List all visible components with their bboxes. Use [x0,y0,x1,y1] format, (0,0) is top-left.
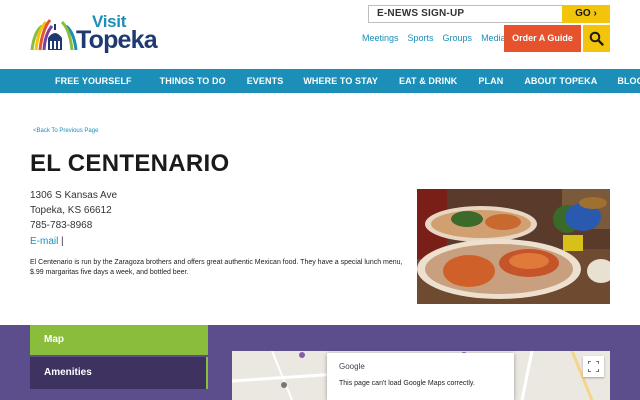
visit-topeka-logo[interactable]: Visit Topeka [30,12,170,54]
capitol-logo-icon [30,19,78,51]
link-groups[interactable]: Groups [443,33,473,43]
google-label: Google [339,362,365,371]
fullscreen-button[interactable] [583,356,604,377]
utility-links: Meetings Sports Groups Media [362,33,506,43]
nav-about-topeka[interactable]: ABOUT TOPEKA [524,76,597,86]
separator: | [61,236,64,247]
nav-eat-drink[interactable]: EAT & DRINK [399,76,457,86]
tab-map[interactable]: Map [30,325,208,355]
link-meetings[interactable]: Meetings [362,33,399,43]
enews-signup: E-NEWS SIGN-UP GO › [368,5,610,23]
description: El Centenario is run by the Zaragoza bro… [30,259,403,276]
tab-amenities[interactable]: Amenities [30,357,208,389]
logo-topeka-text: Topeka [76,26,158,54]
nav-where-to-stay[interactable]: WHERE TO STAY [303,76,378,86]
restaurant-food-photo [417,189,610,304]
search-button[interactable] [583,25,610,52]
back-to-previous-link[interactable]: <Back To Previous Page [33,128,98,134]
link-sports[interactable]: Sports [408,33,434,43]
fullscreen-icon [588,361,599,372]
address-street: 1306 S Kansas Ave [30,190,118,201]
map-error-message: This page can't load Google Maps correct… [339,380,475,387]
order-guide-button[interactable]: Order A Guide [504,25,581,52]
nav-things-to-do[interactable]: THINGS TO DO [160,76,226,86]
enews-signup-input[interactable]: E-NEWS SIGN-UP [368,5,562,23]
address-city: Topeka, KS 66612 [30,205,112,216]
link-media[interactable]: Media [481,33,506,43]
main-nav: FREE YOURSELF THINGS TO DO EVENTS WHERE … [0,69,640,93]
email-link[interactable]: E-mail [30,236,58,247]
nav-plan[interactable]: PLAN [478,76,503,86]
map-error-dialog [327,353,514,400]
nav-events[interactable]: EVENTS [247,76,284,86]
page: Visit Topeka E-NEWS SIGN-UP GO › Meeting… [0,0,640,400]
page-title: EL CENTENARIO [30,150,230,177]
phone-number: 785-783-8968 [30,220,93,231]
enews-go-button[interactable]: GO › [562,5,610,23]
nav-blog[interactable]: BLOG [617,76,640,86]
search-icon [589,31,604,46]
nav-free-yourself[interactable]: FREE YOURSELF [55,76,132,86]
